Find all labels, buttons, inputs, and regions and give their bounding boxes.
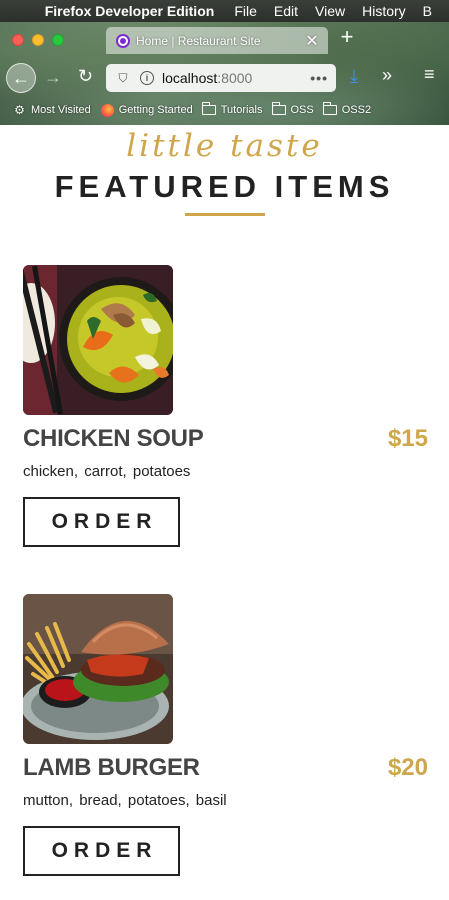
arrow-right-icon: → <box>44 67 62 87</box>
reload-icon: ↻ <box>78 66 94 86</box>
gear-icon: ⚙ <box>14 103 25 117</box>
menu-edit[interactable]: Edit <box>274 3 298 19</box>
folder-icon <box>322 102 338 117</box>
tab-title: Home | Restaurant Site <box>136 33 261 48</box>
bookmark-oss2[interactable]: OSS2 <box>322 102 372 117</box>
url-host: localhost <box>162 70 218 86</box>
shield-icon[interactable]: ⛉ <box>116 71 130 86</box>
menu-history[interactable]: History <box>362 3 406 19</box>
menu-item-card: LAMB BURGER $20 mutton, bread, potatoes,… <box>23 594 428 876</box>
section-title: FEATURED ITEMS <box>54 169 395 204</box>
window-maximize-button[interactable] <box>52 34 64 46</box>
bookmarks-toolbar: ⚙ Most Visited Getting Started Tutorials… <box>0 99 449 121</box>
bookmark-label: OSS <box>290 104 314 116</box>
bookmark-oss[interactable]: OSS <box>271 102 314 117</box>
macos-menubar: Firefox Developer Edition File Edit View… <box>0 0 449 22</box>
bookmark-label: Getting Started <box>118 104 193 116</box>
window-close-button[interactable] <box>12 34 24 46</box>
browser-tab[interactable]: Home | Restaurant Site ✕ <box>106 27 328 54</box>
window-minimize-button[interactable] <box>32 34 44 46</box>
hamburger-menu-button[interactable]: ≡ <box>424 64 435 85</box>
menu-item-card: CHICKEN SOUP $15 chicken, carrot, potato… <box>23 265 428 547</box>
navigation-toolbar: ← → ↻ ⛉ i localhost:8000 ••• ⤓ » ≡ <box>0 60 449 94</box>
menu-view[interactable]: View <box>315 3 345 19</box>
item-price: $15 <box>387 425 428 452</box>
section-subtitle: little taste <box>126 128 323 164</box>
page-content: little taste FEATURED ITEMS CHICKEN SOUP… <box>0 125 449 900</box>
site-favicon-icon <box>116 33 130 48</box>
firefox-icon <box>100 103 115 117</box>
hamburger-icon: ≡ <box>424 64 435 84</box>
forward-button[interactable]: → <box>44 67 62 88</box>
browser-chrome: Home | Restaurant Site ✕ + ← → ↻ ⛉ i loc… <box>0 22 449 125</box>
info-icon[interactable]: i <box>140 71 154 85</box>
item-header: CHICKEN SOUP $15 <box>23 425 428 453</box>
bookmark-tutorials[interactable]: Tutorials <box>201 102 263 117</box>
bookmark-label: OSS2 <box>341 104 372 116</box>
bookmark-getting-started[interactable]: Getting Started <box>100 103 193 117</box>
title-underline <box>185 213 265 216</box>
app-menu[interactable]: Firefox Developer Edition <box>45 3 215 19</box>
chicken-soup-photo <box>23 265 173 415</box>
bookmark-most-visited[interactable]: ⚙ Most Visited <box>12 103 91 117</box>
item-price: $20 <box>387 754 428 781</box>
chevron-double-right-icon: » <box>382 65 393 85</box>
bookmark-label: Tutorials <box>220 104 263 116</box>
download-button[interactable]: ⤓ <box>350 66 358 87</box>
item-ingredients: chicken, carrot, potatoes <box>23 463 191 480</box>
page-actions-icon[interactable]: ••• <box>310 70 328 86</box>
reload-button[interactable]: ↻ <box>78 66 93 87</box>
folder-icon <box>201 102 217 117</box>
back-button[interactable]: ← <box>6 63 36 93</box>
url-bar[interactable]: ⛉ i localhost:8000 ••• <box>106 64 336 92</box>
item-ingredients: mutton, bread, potatoes, basil <box>23 792 227 809</box>
arrow-left-icon: ← <box>12 67 30 88</box>
item-name: LAMB BURGER <box>23 754 200 781</box>
order-button[interactable]: ORDER <box>23 497 180 547</box>
menu-bookmarks[interactable]: B <box>423 3 432 19</box>
lamb-burger-photo <box>23 594 173 744</box>
download-icon: ⤓ <box>350 66 358 86</box>
order-button[interactable]: ORDER <box>23 826 180 876</box>
item-header: LAMB BURGER $20 <box>23 754 428 782</box>
overflow-menu-button[interactable]: » <box>382 65 392 86</box>
url-port: :8000 <box>217 70 253 86</box>
tab-close-icon[interactable]: ✕ <box>304 31 320 51</box>
bookmark-label: Most Visited <box>31 104 91 116</box>
menu-file[interactable]: File <box>234 3 257 19</box>
folder-icon <box>271 102 287 117</box>
new-tab-button[interactable]: + <box>336 26 358 49</box>
item-name: CHICKEN SOUP <box>23 425 204 452</box>
